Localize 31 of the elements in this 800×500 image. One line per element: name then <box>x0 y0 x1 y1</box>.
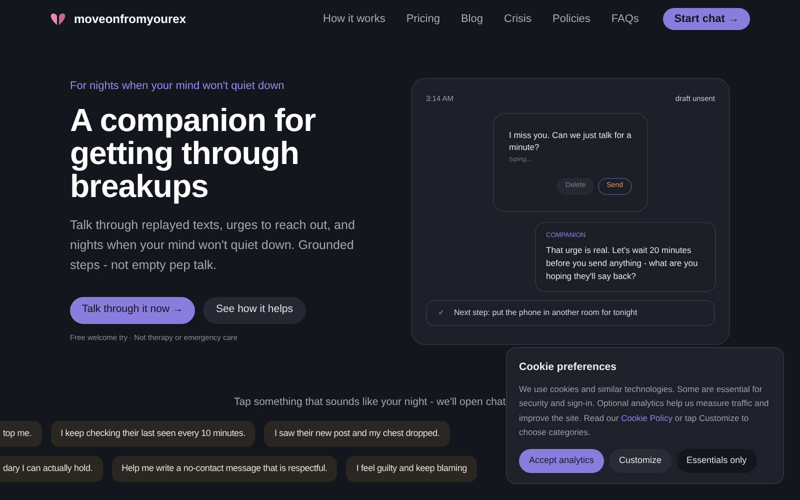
companion-reply-text: That urge is real. Let's wait 20 minutes before you send anything - what are you hoping they'll say back? <box>546 244 699 283</box>
essentials-only-button[interactable]: Essentials only <box>676 448 757 473</box>
nav-link[interactable]: How it works <box>323 10 386 28</box>
customize-button[interactable]: Customize <box>609 448 672 473</box>
brand-name[interactable]: moveonfromyourex <box>74 10 186 28</box>
suggestion-chip[interactable]: I feel guilty and keep blaming <box>346 456 477 482</box>
see-how-button[interactable]: See how it helps <box>202 296 306 324</box>
suggestion-chip[interactable]: I saw their new post and my chest dropped. <box>264 420 450 447</box>
hero-description: Talk through replayed texts, urges to reach out, and nights when your mind won't quiet down. Grounded steps - not empty pep talk. <box>70 216 356 274</box>
nav-link[interactable]: Pricing <box>406 10 440 28</box>
hero-title: A companion for getting through breakups <box>70 104 317 202</box>
suggestion-chip[interactable]: top me. <box>0 420 42 447</box>
accept-analytics-button[interactable]: Accept analytics <box>519 448 604 473</box>
chip-prompt-text: Tap something that sounds like your night - we'll open chat <box>234 395 506 410</box>
cookie-text: We use cookies and similar technologies. Some are essential for security and sign-in. Optional analytics help us measure traffic and improve the site. Read our Cookie Policy or tap Customize to choose categories. <box>519 382 770 440</box>
suggestion-chip[interactable]: dary I can actually hold. <box>0 456 103 482</box>
draft-message-text: I miss you. Can we just talk for a minute? <box>509 129 632 154</box>
check-icon: ✓ <box>438 307 445 319</box>
heart-logo-icon <box>50 12 66 26</box>
start-chat-button[interactable]: Start chat → <box>663 8 750 30</box>
nav-link[interactable]: Policies <box>552 10 590 28</box>
nav-link[interactable]: Crisis <box>504 10 532 28</box>
talk-now-button[interactable]: Talk through it now → <box>70 296 195 324</box>
nav-link[interactable]: Blog <box>460 10 483 28</box>
suggestion-chip[interactable]: I keep checking their last seen every 10 minutes. <box>50 420 256 447</box>
cookie-title: Cookie preferences <box>519 360 618 375</box>
cookie-policy-link[interactable]: Cookie Policy <box>621 412 673 423</box>
nav-link[interactable]: FAQs <box>611 10 639 28</box>
eyebrow-text: For nights when your mind won't quiet down <box>70 79 286 94</box>
next-step-text: Next step: put the phone in another room for tonight <box>454 307 638 319</box>
suggestion-chip[interactable]: Help me write a no-contact message that is respectful. <box>112 456 338 482</box>
